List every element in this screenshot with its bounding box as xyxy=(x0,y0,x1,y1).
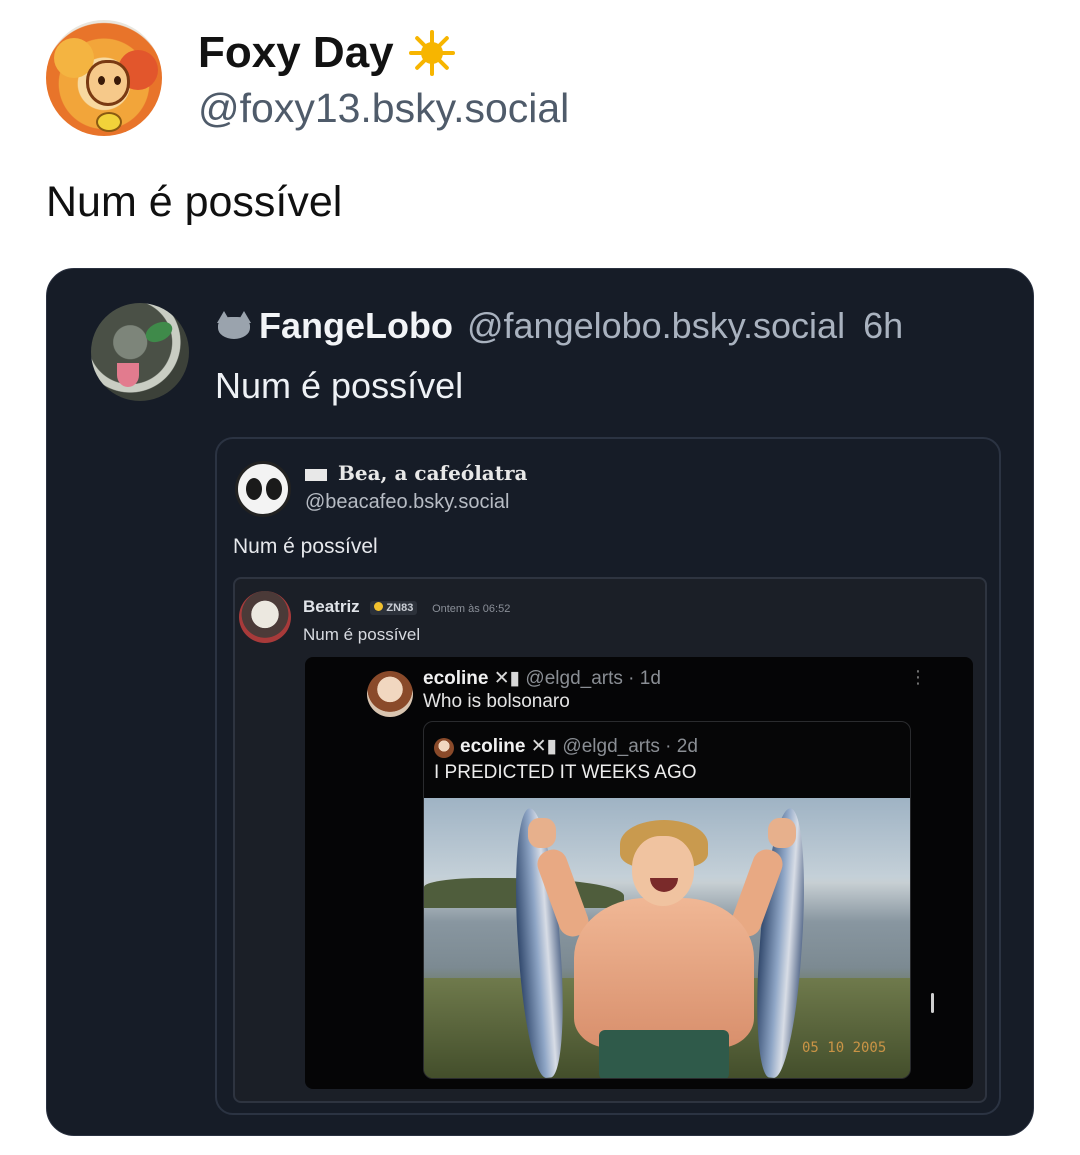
eco-author-line: ecoline ✕▮ @elgd_arts · 1d xyxy=(423,667,661,690)
bea-handle: @beacafeo.bsky.social xyxy=(305,491,510,513)
bea-text: Num é possível xyxy=(233,535,378,558)
badge-text: ZN83 xyxy=(386,601,414,614)
eco-handle-time: @elgd_arts · 1d xyxy=(525,668,661,689)
beatriz-timestamp: Ontem às 06:52 xyxy=(432,603,511,615)
bea-name-text: Bea, a cafeólatra xyxy=(337,461,528,485)
sun-icon xyxy=(408,29,456,77)
date-stamp: 05 10 2005 xyxy=(802,1040,887,1056)
eco-quoted-author-line: ecoline ✕▮ @elgd_arts · 2d xyxy=(460,735,698,758)
display-name[interactable]: Foxy Day xyxy=(198,25,569,81)
display-name-text[interactable]: Foxy Day xyxy=(198,28,394,78)
eco-badges: ✕▮ xyxy=(493,668,526,689)
author-names: Foxy Day @foxy13.bsky.social xyxy=(198,25,569,132)
avatar xyxy=(235,461,291,517)
flag-icon xyxy=(305,468,327,481)
quote-author-handle[interactable]: @fangelobo.bsky.social xyxy=(467,305,845,347)
beatriz-name: Beatriz xyxy=(303,597,360,616)
quote-header: FangeLobo @fangelobo.bsky.social 6h xyxy=(215,305,903,347)
more-icon: ⋮ xyxy=(909,667,927,687)
avatar xyxy=(434,738,454,758)
quote-author-name[interactable]: FangeLobo xyxy=(259,305,453,347)
eco-quoted-handle-time: @elgd_arts · 2d xyxy=(562,736,698,757)
beatriz-text: Num é possível xyxy=(303,625,421,644)
wolf-icon xyxy=(215,311,253,341)
scrollbar xyxy=(931,993,934,1013)
eco-quoted-text: I PREDICTED IT WEEKS AGO xyxy=(434,762,697,783)
character-body xyxy=(574,898,754,1048)
meme-image: 05 10 2005 xyxy=(424,798,910,1078)
post-text: Num é possível xyxy=(46,178,343,226)
server-tag-badge: ZN83 xyxy=(370,600,418,615)
eco-quoted-post: ecoline ✕▮ @elgd_arts · 2d I PREDICTED I… xyxy=(423,721,911,1079)
post-header: Foxy Day @foxy13.bsky.social xyxy=(46,20,569,136)
eco-quoted-author: ecoline xyxy=(460,736,526,757)
avatar xyxy=(239,591,291,643)
eco-text: Who is bolsonaro xyxy=(423,691,570,712)
eco-author: ecoline xyxy=(423,668,489,689)
avatar xyxy=(367,671,413,717)
quote-card[interactable]: FangeLobo @fangelobo.bsky.social 6h Num … xyxy=(46,268,1034,1136)
author-handle[interactable]: @foxy13.bsky.social xyxy=(198,85,569,132)
bea-display-name: Bea, a cafeólatra xyxy=(305,461,528,485)
eco-badges: ✕▮ xyxy=(530,736,563,757)
avatar[interactable] xyxy=(91,303,189,401)
avatar[interactable] xyxy=(46,20,162,136)
quote-timestamp: 6h xyxy=(863,305,904,346)
embedded-screenshot-ecoline: ecoline ✕▮ @elgd_arts · 1d Who is bolson… xyxy=(305,657,973,1089)
embedded-screenshot-bea: Bea, a cafeólatra @beacafeo.bsky.social … xyxy=(215,437,1001,1115)
beatriz-name-line: Beatriz ZN83 Ontem às 06:52 xyxy=(303,597,510,617)
embedded-screenshot-beatriz: Beatriz ZN83 Ontem às 06:52 Num é possív… xyxy=(233,577,987,1103)
quote-text: Num é possível xyxy=(215,365,464,406)
character-head xyxy=(632,836,694,906)
